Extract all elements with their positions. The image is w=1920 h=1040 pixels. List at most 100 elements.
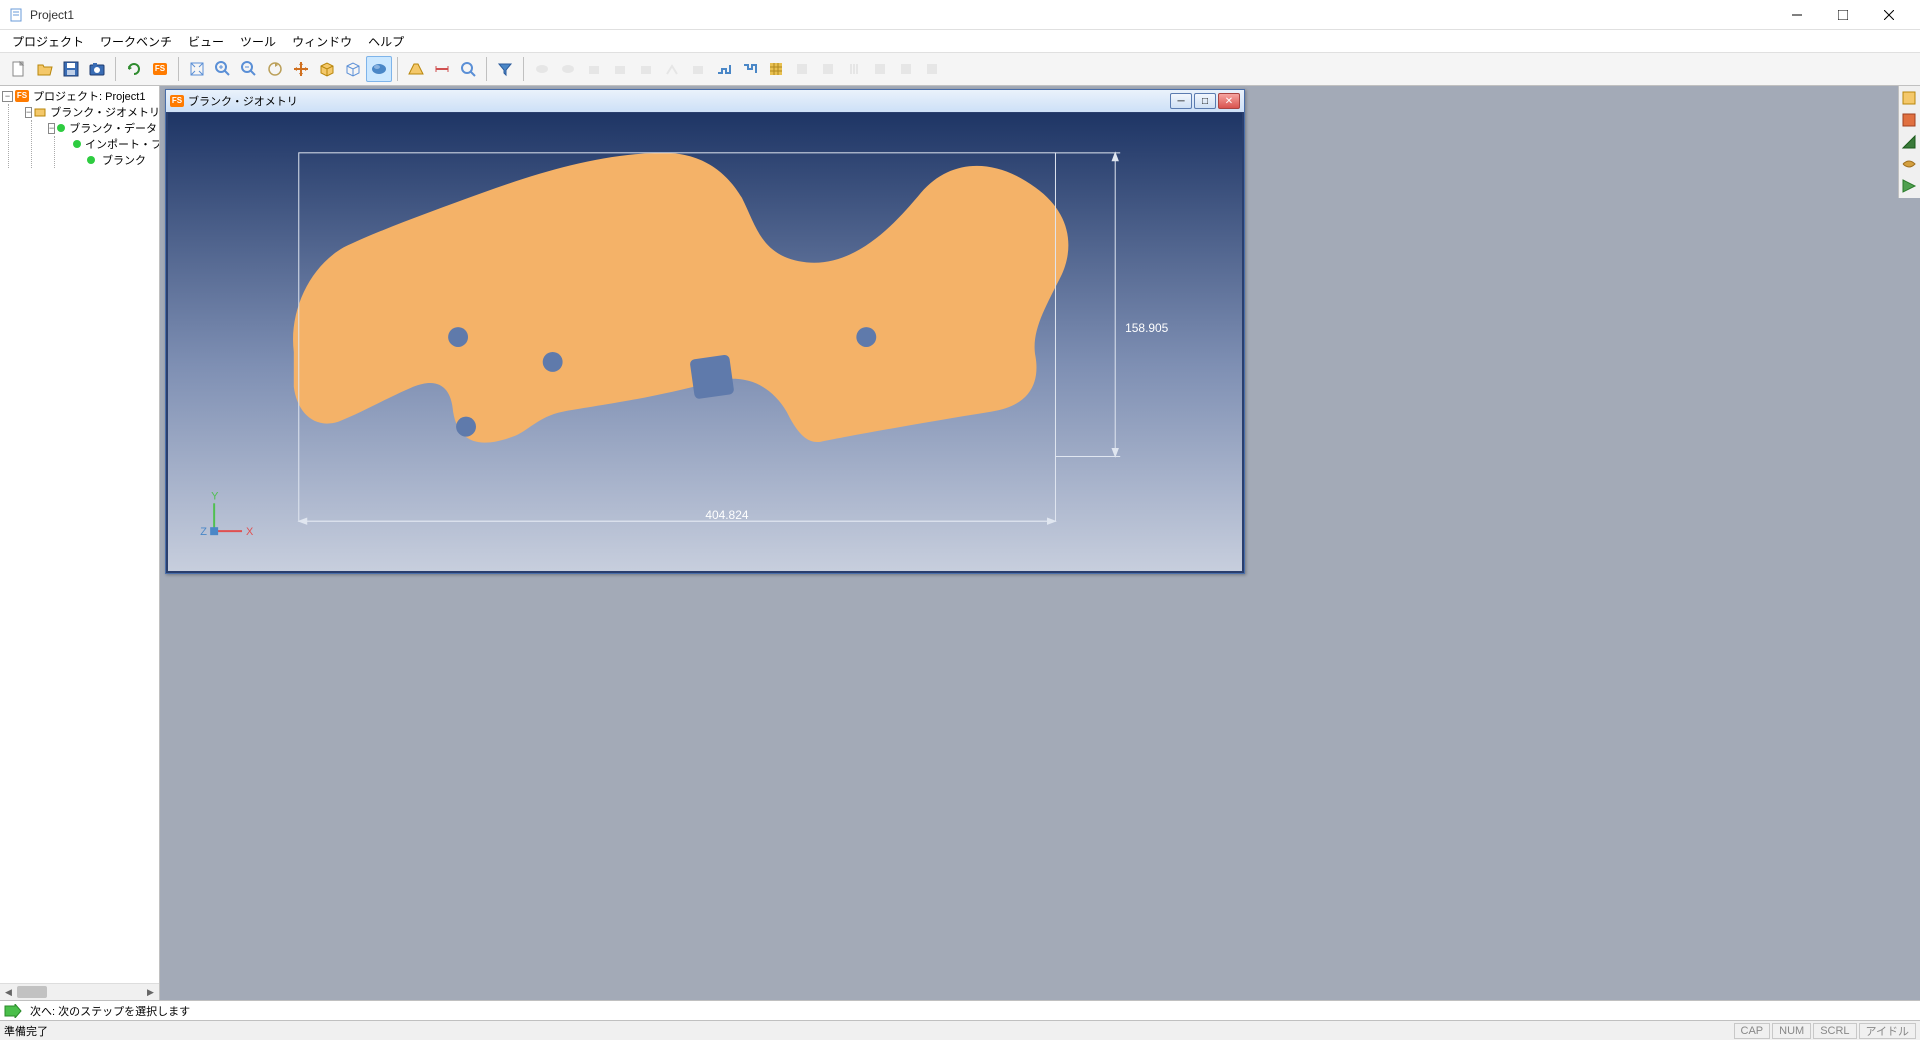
wireframe-button[interactable] — [340, 56, 366, 82]
save-button[interactable] — [58, 56, 84, 82]
tool-d11 — [867, 56, 893, 82]
minimize-button[interactable] — [1774, 0, 1820, 30]
open-button[interactable] — [32, 56, 58, 82]
tree-import[interactable]: インポート・ファイル名, C: — [71, 136, 157, 152]
status-scrl: SCRL — [1813, 1023, 1856, 1039]
tool-d2 — [555, 56, 581, 82]
fit-button[interactable] — [184, 56, 210, 82]
dot-icon — [57, 121, 65, 135]
zoom-in-button[interactable] — [210, 56, 236, 82]
tool-d1 — [529, 56, 555, 82]
dimension-width: 404.824 — [705, 508, 749, 522]
status-bar: 準備完了 CAP NUM SCRL アイドル — [0, 1020, 1920, 1040]
axis-z: Z — [200, 526, 207, 538]
menu-window[interactable]: ウィンドウ — [284, 31, 360, 52]
menubar: プロジェクト ワークベンチ ビュー ツール ウィンドウ ヘルプ — [0, 30, 1920, 52]
collapse-icon[interactable]: − — [2, 91, 13, 102]
box-button[interactable] — [314, 56, 340, 82]
spacer — [71, 155, 82, 166]
right-toolbar — [1898, 86, 1920, 198]
tree-label: ブランク・データ 1 — [67, 120, 160, 136]
axis-triad: X Y Z — [200, 490, 254, 538]
collapse-icon[interactable]: − — [48, 123, 55, 134]
tool-d5 — [633, 56, 659, 82]
rtool-3[interactable] — [1899, 132, 1919, 152]
scroll-left-icon[interactable]: ◀ — [0, 984, 17, 1001]
tree-label: ブランク・ジオメトリ — [48, 104, 160, 120]
measure-button[interactable] — [429, 56, 455, 82]
fs-icon: FS — [15, 89, 29, 103]
status-cap: CAP — [1734, 1023, 1771, 1039]
axis-x: X — [246, 526, 254, 538]
tool-d8 — [789, 56, 815, 82]
fs-icon: FS — [170, 94, 184, 108]
tool-d4 — [607, 56, 633, 82]
dimension-height: 158.905 — [1125, 321, 1169, 335]
close-button[interactable] — [1866, 0, 1912, 30]
dot-icon — [84, 153, 98, 167]
tool-d9 — [815, 56, 841, 82]
tree-root[interactable]: − FS プロジェクト: Project1 — [2, 88, 157, 104]
titlebar: Project1 — [0, 0, 1920, 30]
scroll-thumb[interactable] — [17, 986, 47, 998]
axis-y: Y — [211, 490, 219, 502]
blank-shape — [293, 153, 1068, 443]
tool-d6 — [659, 56, 685, 82]
zoom-out-button[interactable] — [236, 56, 262, 82]
refresh-button[interactable] — [121, 56, 147, 82]
menu-project[interactable]: プロジェクト — [4, 31, 92, 52]
tool-blue2[interactable] — [737, 56, 763, 82]
rtool-2[interactable] — [1899, 110, 1919, 130]
tool-d3 — [581, 56, 607, 82]
viewport[interactable]: 158.905 404.824 X Y Z — [168, 113, 1242, 571]
tree-horizontal-scrollbar[interactable]: ◀ ▶ — [0, 983, 159, 1000]
tool-blue1[interactable] — [711, 56, 737, 82]
tool-d10 — [841, 56, 867, 82]
child-minimize-button[interactable]: ─ — [1170, 93, 1192, 109]
filter-button[interactable] — [492, 56, 518, 82]
window-title: Project1 — [30, 8, 1774, 22]
tree-label: ブランク — [100, 152, 148, 168]
geometry-icon — [34, 105, 46, 119]
menu-workbench[interactable]: ワークベンチ — [92, 31, 180, 52]
child-window: FS ブランク・ジオメトリ ─ □ ✕ — [165, 89, 1245, 574]
collapse-icon[interactable]: − — [25, 107, 32, 118]
fs-icon: FS — [153, 63, 167, 75]
child-titlebar[interactable]: FS ブランク・ジオメトリ ─ □ ✕ — [166, 90, 1244, 112]
snapshot-button[interactable] — [84, 56, 110, 82]
tree-label: インポート・ファイル名, C: — [83, 136, 160, 152]
dot-icon — [73, 137, 81, 151]
child-maximize-button[interactable]: □ — [1194, 93, 1216, 109]
scroll-right-icon[interactable]: ▶ — [142, 984, 159, 1001]
tree-blank[interactable]: ブランク — [71, 152, 157, 168]
prompt-bar: 次へ: 次のステップを選択します — [0, 1000, 1920, 1020]
menu-help[interactable]: ヘルプ — [360, 31, 412, 52]
child-close-button[interactable]: ✕ — [1218, 93, 1240, 109]
menu-view[interactable]: ビュー — [180, 31, 232, 52]
zoom-window-button[interactable] — [455, 56, 481, 82]
tree-blank-data[interactable]: − ブランク・データ 1 — [48, 120, 157, 136]
status-message: 準備完了 — [4, 1023, 1732, 1039]
prompt-text: 次へ: 次のステップを選択します — [26, 1003, 190, 1019]
app-icon — [8, 7, 24, 23]
pan-button[interactable] — [288, 56, 314, 82]
rtool-5[interactable] — [1899, 176, 1919, 196]
tree-panel[interactable]: − FS プロジェクト: Project1 − ブランク・ジオメトリ − ブラン… — [0, 86, 160, 1000]
child-window-title: ブランク・ジオメトリ — [188, 93, 1168, 109]
toolbar: FS — [0, 52, 1920, 86]
rotate-button[interactable] — [262, 56, 288, 82]
rtool-1[interactable] — [1899, 88, 1919, 108]
mdi-area: FS ブランク・ジオメトリ ─ □ ✕ — [160, 86, 1920, 1000]
rtool-4[interactable] — [1899, 154, 1919, 174]
shaded-button[interactable] — [366, 56, 392, 82]
tool-grid[interactable] — [763, 56, 789, 82]
maximize-button[interactable] — [1820, 0, 1866, 30]
next-arrow-icon[interactable] — [0, 1001, 26, 1020]
fs-button[interactable]: FS — [147, 56, 173, 82]
tool-d7 — [685, 56, 711, 82]
perspective-button[interactable] — [403, 56, 429, 82]
tree-root-label: プロジェクト: Project1 — [31, 88, 147, 104]
tree-blank-geometry[interactable]: − ブランク・ジオメトリ — [25, 104, 157, 120]
new-button[interactable] — [6, 56, 32, 82]
menu-tools[interactable]: ツール — [232, 31, 284, 52]
